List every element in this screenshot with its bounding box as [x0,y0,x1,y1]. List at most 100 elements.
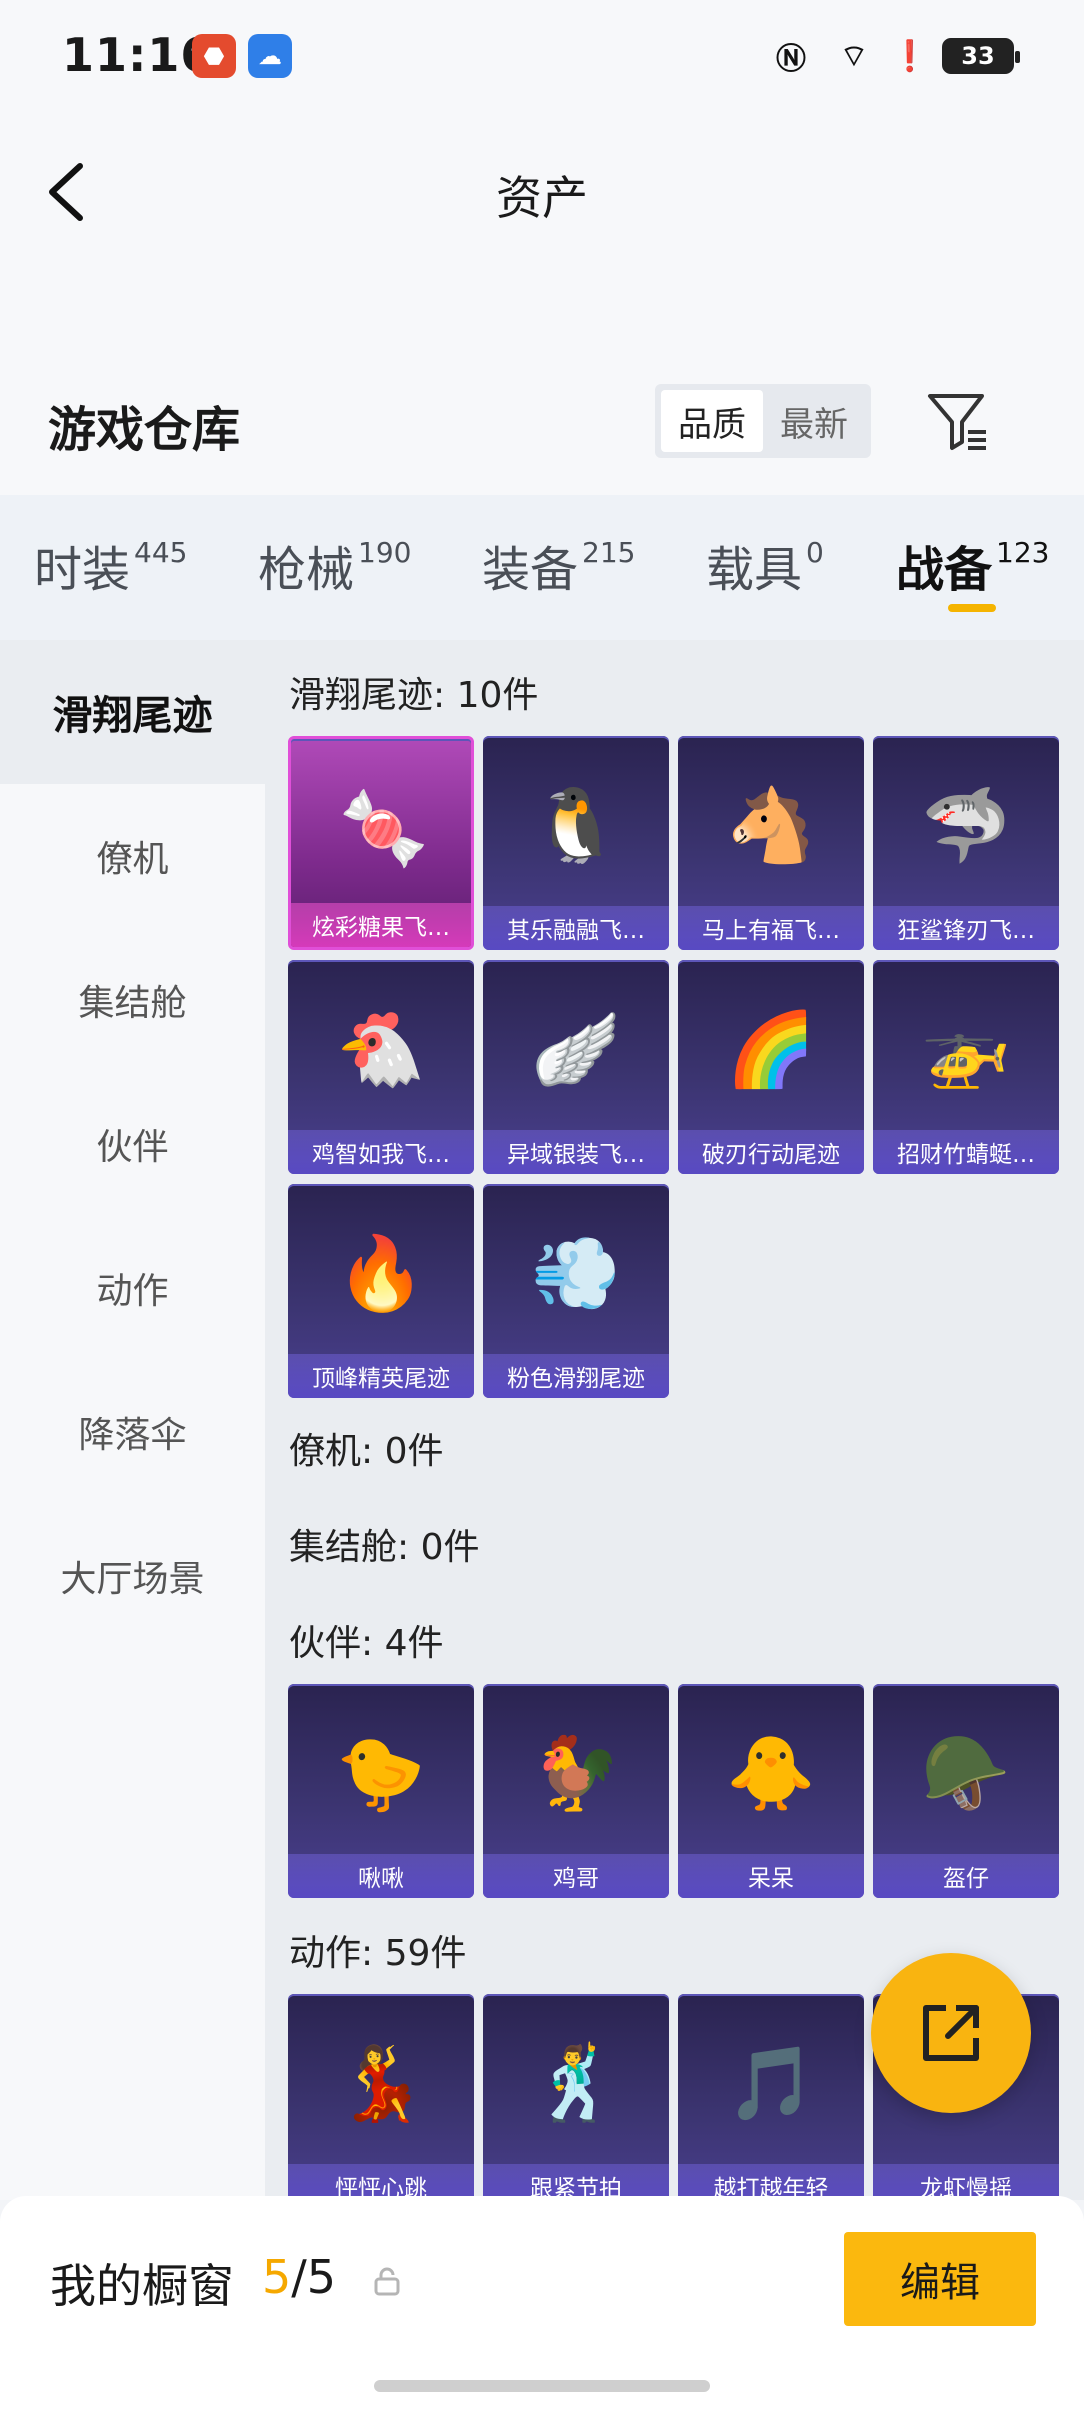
tab-count: 123 [996,536,1050,569]
item-card[interactable]: 🪽 异域银装飞… [483,960,669,1174]
edit-button[interactable]: 编辑 [844,2232,1036,2326]
chicken-icon: 🐔 [336,1006,426,1091]
tab-label: 枪械 [258,542,355,598]
tab-vehicles[interactable]: 载具 0 [706,530,824,600]
sidebar-item-wingman[interactable]: 僚机 [0,784,265,928]
battery-icon: 33 [942,38,1020,74]
item-label: 啾啾 [288,1854,474,1898]
helmet-chick-icon: 🪖 [921,1730,1011,1815]
sidebar-item-partner[interactable]: 伙伴 [0,1072,265,1216]
candy-icon: 🍬 [339,785,429,870]
active-tab-indicator [948,604,996,612]
share-button[interactable] [871,1953,1031,2113]
shark-icon: 🦈 [921,782,1011,867]
page-title: 资产 [496,171,588,225]
sidebar: 滑翔尾迹 僚机 集结舱 伙伴 动作 降落伞 大厅场景 [0,640,265,2200]
tab-count: 445 [134,536,188,569]
wing-icon: 🪽 [531,1006,621,1091]
item-label: 跟紧节拍 [483,2164,669,2200]
dance-icon: 🕺 [531,2040,621,2125]
tab-label: 时装 [34,542,131,598]
home-indicator[interactable] [374,2380,710,2392]
item-label: 怦怦心跳 [288,2164,474,2200]
section-title-emote: 动作: 59件 [289,1933,467,1974]
item-card[interactable]: 💨 粉色滑翔尾迹 [483,1184,669,1398]
showcase-label: 我的橱窗 [50,2259,234,2313]
item-card[interactable]: 🕺 跟紧节拍 [483,1994,669,2200]
tab-battle-prep[interactable]: 战备 123 [896,530,1049,600]
item-card[interactable]: 🦈 狂鲨锋刃飞… [873,736,1059,950]
penguin-icon: 🐧 [531,782,621,867]
dance-icon: 🎵 [726,2040,816,2125]
item-card[interactable]: 🌈 破刃行动尾迹 [678,960,864,1174]
item-card[interactable]: 🐔 鸡智如我飞… [288,960,474,1174]
item-card[interactable]: 🐤 啾啾 [288,1684,474,1898]
item-card[interactable]: 🪖 盔仔 [873,1684,1059,1898]
item-card[interactable]: 🍬 炫彩糖果飞… [288,736,474,950]
section-title-glide: 滑翔尾迹: 10件 [289,675,539,716]
item-label: 顶峰精英尾迹 [288,1354,474,1398]
item-card[interactable]: 🚁 招财竹蜻蜓… [873,960,1059,1174]
item-card[interactable]: 🐧 其乐融融飞… [483,736,669,950]
lock-icon [374,2267,400,2296]
chicken-icon: 🐓 [531,1730,621,1815]
showcase-count: 5/5 [262,2250,336,2304]
section-title-wingman: 僚机: 0件 [289,1431,444,1472]
item-label: 马上有福飞… [678,906,864,950]
tab-fashion[interactable]: 时装 445 [34,530,187,600]
item-label: 其乐融融飞… [483,906,669,950]
item-card[interactable]: 🎵 越打越年轻 [678,1994,864,2200]
item-label: 盔仔 [873,1854,1059,1898]
bamboo-copter-icon: 🚁 [921,1006,1011,1091]
item-card[interactable]: 🐥 呆呆 [678,1684,864,1898]
item-label: 狂鲨锋刃飞… [873,906,1059,950]
sort-toggle: 品质 最新 [655,384,871,458]
status-time: 11:16 [62,28,214,82]
item-card[interactable]: 🐴 马上有福飞… [678,736,864,950]
item-label: 越打越年轻 [678,2164,864,2200]
shield-app-icon: ⬣ [192,34,236,78]
sidebar-item-pod[interactable]: 集结舱 [0,928,265,1072]
sidebar-item-lobby-scene[interactable]: 大厅场景 [0,1504,265,1648]
pink-bird-icon: 🐤 [336,1730,426,1815]
item-label: 呆呆 [678,1854,864,1898]
alert-icon: ❗ [891,38,929,74]
item-label: 龙虾慢摇 [873,2164,1059,2200]
sidebar-item-parachute[interactable]: 降落伞 [0,1360,265,1504]
trail-icon: 🌈 [726,1006,816,1091]
showcase-separator: / [291,2250,307,2304]
item-card[interactable]: 💃 怦怦心跳 [288,1994,474,2200]
tab-guns[interactable]: 枪械 190 [258,530,411,600]
sidebar-item-emote[interactable]: 动作 [0,1216,265,1360]
showcase-current: 5 [262,2250,292,2304]
tab-equipment[interactable]: 装备 215 [482,530,635,600]
sort-quality-button[interactable]: 品质 [661,390,763,452]
tab-label: 载具 [706,542,803,598]
item-card[interactable]: 🔥 顶峰精英尾迹 [288,1184,474,1398]
trail-icon: 🔥 [336,1230,426,1315]
item-label: 炫彩糖果飞… [291,903,471,947]
sidebar-item-glide-trail[interactable]: 滑翔尾迹 [0,640,265,784]
showcase-total: 5 [306,2250,337,2304]
item-label: 异域银装飞… [483,1130,669,1174]
filter-icon[interactable] [926,390,990,454]
cloud-app-icon: ☁ [248,34,292,78]
item-label: 鸡智如我飞… [288,1130,474,1174]
wifi-icon: ⌔ [839,39,869,74]
trail-icon: 💨 [531,1230,621,1315]
horse-icon: 🐴 [726,782,816,867]
share-icon [923,2005,979,2061]
nfc-icon: Ⓝ [776,42,806,77]
sort-latest-button[interactable]: 最新 [763,390,865,452]
tab-count: 0 [806,536,824,569]
item-label: 破刃行动尾迹 [678,1130,864,1174]
chick-icon: 🐥 [726,1730,816,1815]
item-card[interactable]: 🐓 鸡哥 [483,1684,669,1898]
item-label: 招财竹蜻蜓… [873,1130,1059,1174]
item-label: 粉色滑翔尾迹 [483,1354,669,1398]
item-label: 鸡哥 [483,1854,669,1898]
section-title-partner: 伙伴: 4件 [289,1623,444,1664]
dance-icon: 💃 [336,2040,426,2125]
warehouse-title: 游戏仓库 [48,402,241,458]
tab-count: 215 [582,536,636,569]
